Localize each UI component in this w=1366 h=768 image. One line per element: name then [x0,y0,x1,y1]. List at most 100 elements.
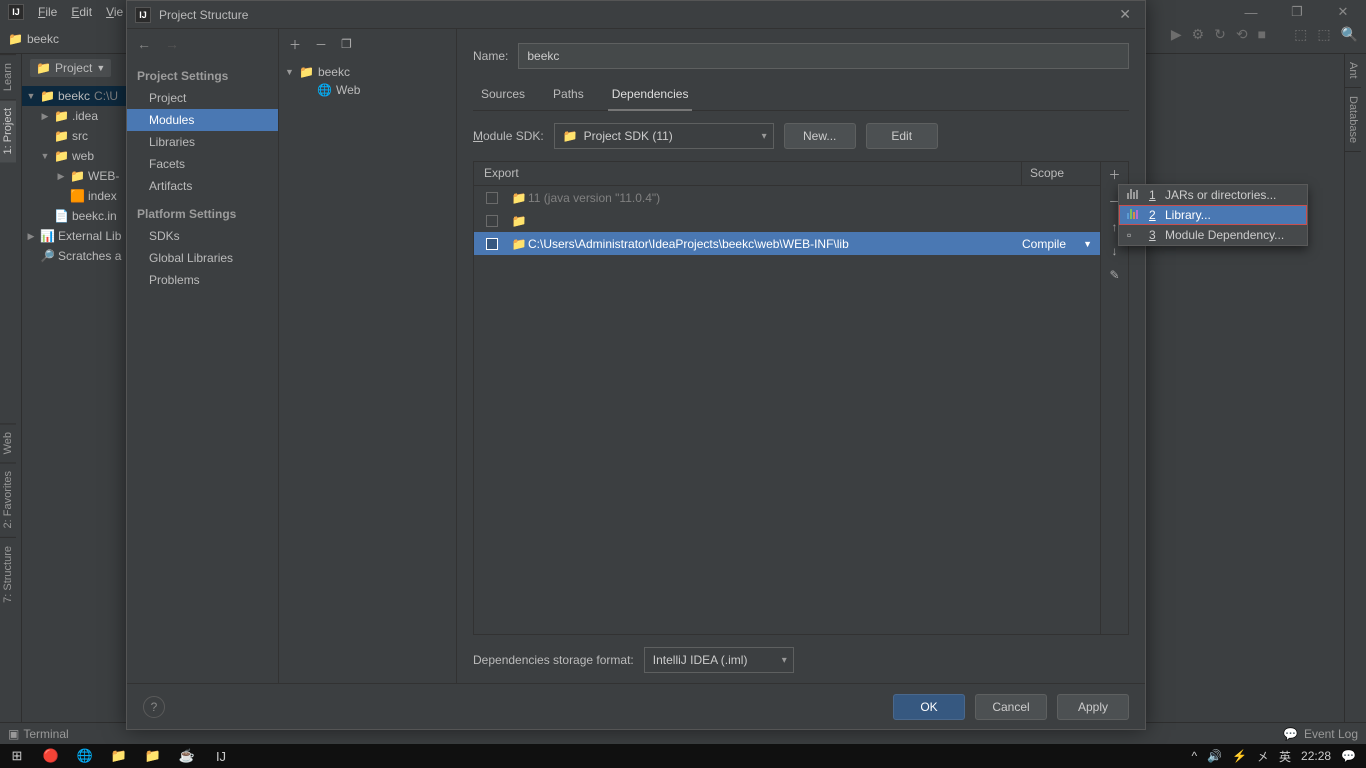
update-icon[interactable]: ⬚ [1294,26,1307,43]
tab-dependencies[interactable]: Dependencies [608,81,693,111]
taskbar-app[interactable]: 🔴 [34,744,68,768]
tool-project[interactable]: 1: Project [0,99,16,162]
export-checkbox[interactable] [474,215,510,227]
cancel-button[interactable]: Cancel [975,694,1047,720]
tool-ant[interactable]: Ant [1345,54,1361,88]
close-button[interactable]: ✕ [1320,0,1366,24]
taskbar-app[interactable]: 📁 [102,744,136,768]
debug-icon[interactable]: ⚙ [1192,26,1205,43]
module-tree[interactable]: ▼📁beekc🌐Web [279,59,456,103]
popup-item-module-dependency[interactable]: ▫3Module Dependency... [1119,225,1307,245]
tool-structure[interactable]: 7: Structure [0,537,16,611]
move-up-icon[interactable]: ↑ [1112,220,1118,234]
storage-format-label: Dependencies storage format: [473,653,634,667]
profile-icon[interactable]: ⟲ [1236,26,1248,43]
nav-item-sdks[interactable]: SDKs [127,225,278,247]
tree-node-icon: 📁 [40,89,54,103]
tool-web[interactable]: Web [0,423,16,462]
column-export[interactable]: Export [474,162,1022,185]
tree-node-icon: 🟧 [70,189,84,203]
tray-up-icon[interactable]: ^ [1191,749,1197,763]
add-dependency-popup: 1JARs or directories...2Library...▫3Modu… [1118,184,1308,246]
apply-button[interactable]: Apply [1057,694,1129,720]
taskbar-app[interactable]: 📁 [136,744,170,768]
dependency-row[interactable]: 📁C:\Users\Administrator\IdeaProjects\bee… [474,232,1100,255]
terminal-tool[interactable]: ▣ Terminal [8,727,69,741]
nav-item-libraries[interactable]: Libraries [127,131,278,153]
popup-item-jars-or-directories[interactable]: 1JARs or directories... [1119,185,1307,205]
remove-module-icon[interactable]: － [315,36,327,53]
tool-database[interactable]: Database [1345,88,1361,152]
windows-taskbar: ⊞ 🔴 🌐 📁 📁 ☕ IJ ^ 🔊 ⚡ 㐅 英 22:28 💬 [0,744,1366,768]
edit-dependency-icon[interactable]: ✎ [1109,268,1119,282]
tree-node-icon: 📄 [54,209,68,223]
dependency-row[interactable]: 📁11 (java version "11.0.4") [474,186,1100,209]
taskbar-app[interactable]: IJ [204,744,238,768]
sdk-new-button[interactable]: New... [784,123,856,149]
run-icon[interactable]: ▶ [1171,26,1182,43]
tray-ime-lang[interactable]: 英 [1279,748,1291,765]
module-tree-row[interactable]: 🌐Web [279,81,456,99]
module-sdk-combo[interactable]: 📁 Project SDK (11) [554,123,774,149]
add-dependency-icon[interactable]: ＋ [1108,166,1120,183]
copy-module-icon[interactable]: ❐ [341,37,352,51]
settings-icon[interactable]: ⬚ [1317,26,1330,43]
nav-item-global-libraries[interactable]: Global Libraries [127,247,278,269]
tree-node-icon: 📊 [40,229,54,243]
tree-twisty-icon: ▶ [26,231,36,242]
nav-forward-icon[interactable]: → [165,36,179,52]
breadcrumb[interactable]: 📁 beekc [8,32,59,46]
left-tool-gutter: Learn 1: Project Web 2: Favorites 7: Str… [0,54,22,744]
tree-twisty-icon: ▼ [285,67,295,77]
help-button[interactable]: ? [143,696,165,718]
tray-notifications-icon[interactable]: 💬 [1341,749,1356,763]
sdk-edit-button[interactable]: Edit [866,123,938,149]
scope-combo[interactable]: Compile▼ [1022,237,1100,251]
menu-view[interactable]: Vie [100,3,129,21]
popup-item-library[interactable]: 2Library... [1119,205,1307,225]
ok-button[interactable]: OK [893,694,965,720]
tree-twisty-icon: ▼ [40,151,50,161]
module-tree-row[interactable]: ▼📁beekc [279,63,456,81]
module-detail-pane: Name: Sources Paths Dependencies Module … [457,29,1145,683]
taskbar-app[interactable]: 🌐 [68,744,102,768]
nav-item-project[interactable]: Project [127,87,278,109]
tray-ime-icon[interactable]: 㐅 [1257,748,1269,765]
project-view-selector[interactable]: 📁 Project ▼ [30,59,111,77]
taskbar-app[interactable]: ☕ [170,744,204,768]
module-name-input[interactable] [518,43,1129,69]
tool-learn[interactable]: Learn [0,54,16,99]
dependency-row[interactable]: 📁 [474,209,1100,232]
move-down-icon[interactable]: ↓ [1112,244,1118,258]
folder-icon: 📁 [8,32,23,46]
dialog-close-button[interactable]: ✕ [1113,6,1137,23]
search-icon[interactable]: 🔍 [1341,26,1358,43]
tool-favorites[interactable]: 2: Favorites [0,462,16,536]
add-module-icon[interactable]: ＋ [289,36,301,53]
tab-sources[interactable]: Sources [477,81,529,110]
project-structure-dialog: IJ Project Structure ✕ ← → Project Setti… [126,0,1146,730]
coverage-icon[interactable]: ↻ [1214,26,1226,43]
start-button[interactable]: ⊞ [0,744,34,768]
nav-back-icon[interactable]: ← [137,36,151,52]
tray-volume-icon[interactable]: 🔊 [1207,749,1222,763]
tray-clock[interactable]: 22:28 [1301,749,1331,763]
module-sdk-label: Module SDK: [473,129,544,143]
tab-paths[interactable]: Paths [549,81,588,110]
menu-edit[interactable]: Edit [65,3,98,21]
export-checkbox[interactable] [474,192,510,204]
menu-file[interactable]: File [32,3,63,21]
maximize-button[interactable]: ❐ [1274,0,1320,24]
storage-format-combo[interactable]: IntelliJ IDEA (.iml) [644,647,794,673]
export-checkbox[interactable] [474,238,510,250]
app-logo-icon: IJ [135,7,151,23]
stop-icon[interactable]: ■ [1258,26,1266,43]
nav-item-facets[interactable]: Facets [127,153,278,175]
event-log-button[interactable]: Event Log [1304,727,1358,741]
column-scope[interactable]: Scope [1022,162,1100,185]
nav-item-problems[interactable]: Problems [127,269,278,291]
nav-item-modules[interactable]: Modules [127,109,278,131]
nav-item-artifacts[interactable]: Artifacts [127,175,278,197]
minimize-button[interactable]: — [1228,0,1274,24]
tray-network-icon[interactable]: ⚡ [1232,749,1247,763]
